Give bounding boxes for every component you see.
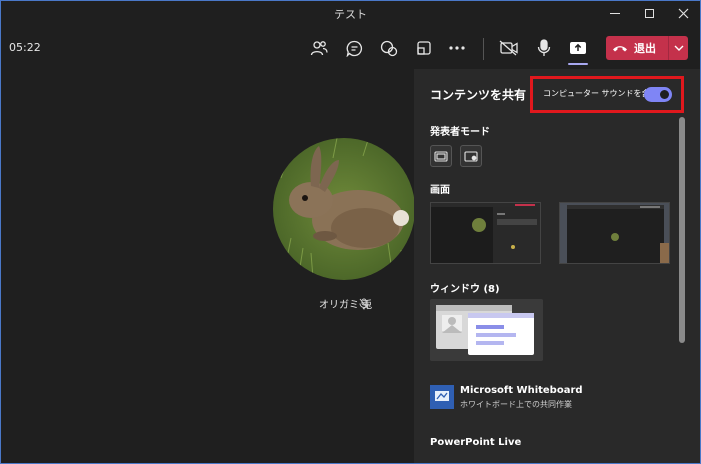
share-icon <box>570 42 586 54</box>
meeting-toolbar: 05:22 退出 <box>1 25 700 69</box>
close-icon <box>678 8 688 18</box>
camera-button[interactable] <box>496 35 522 61</box>
mic-button[interactable] <box>531 35 557 61</box>
include-sound-label: コンピューター サウンドを含む <box>543 89 658 98</box>
whiteboard-title[interactable]: Microsoft Whiteboard <box>460 385 583 396</box>
more-icon <box>449 46 465 50</box>
presenter-mode-content-only-button[interactable] <box>430 145 452 167</box>
leave-button[interactable]: 退出 <box>606 36 688 60</box>
toolbar-divider <box>483 38 484 60</box>
chevron-down-icon <box>674 45 683 51</box>
minimize-button[interactable] <box>598 1 632 25</box>
window-thumbnail[interactable] <box>430 299 543 361</box>
presenter-mode-standout-button[interactable] <box>460 145 482 167</box>
app-window: テスト 05:22 退出 オリガミ 兎 コンテンツを共有 コンピューター サウン… <box>0 0 701 464</box>
rooms-button[interactable] <box>411 35 437 61</box>
maximize-icon <box>644 8 654 18</box>
whiteboard-subtitle: ホワイトボード上での共同作業 <box>460 400 572 409</box>
minimize-icon <box>610 12 620 14</box>
whiteboard-app-icon <box>430 385 454 409</box>
panel-title: コンテンツを共有 <box>430 88 527 102</box>
mic-off-icon <box>359 295 369 314</box>
reactions-icon <box>380 40 398 56</box>
meeting-timer: 05:22 <box>9 41 41 54</box>
chat-icon <box>346 40 362 57</box>
powerpoint-live-heading: PowerPoint Live <box>430 437 522 448</box>
leave-label: 退出 <box>634 42 656 55</box>
share-active-indicator <box>568 63 588 65</box>
participants-button[interactable] <box>306 35 332 61</box>
reactions-button[interactable] <box>376 35 402 61</box>
screen-thumbnail-2[interactable] <box>559 202 670 264</box>
screen-thumbnail-1[interactable] <box>430 202 541 264</box>
participant-avatar <box>273 138 415 280</box>
window-title: テスト <box>334 8 367 21</box>
more-actions-button[interactable] <box>444 35 470 61</box>
mic-icon <box>537 39 551 56</box>
meeting-stage: オリガミ 兎 <box>1 69 415 463</box>
maximize-button[interactable] <box>632 1 666 25</box>
hangup-icon <box>606 44 634 52</box>
camera-off-icon <box>499 40 518 56</box>
screen-heading: 画面 <box>430 185 450 196</box>
close-button[interactable] <box>666 1 700 25</box>
leave-options-button[interactable] <box>669 36 688 60</box>
share-content-panel: コンテンツを共有 コンピューター サウンドを含む 発表者モード 画面 ウィンドウ… <box>414 69 700 463</box>
standout-icon <box>464 150 478 162</box>
title-bar: テスト <box>1 1 700 25</box>
people-icon <box>310 41 328 56</box>
rooms-icon <box>417 41 431 55</box>
chat-button[interactable] <box>341 35 367 61</box>
screen-only-icon <box>434 150 448 162</box>
presenter-mode-heading: 発表者モード <box>430 127 490 138</box>
toggle-knob <box>660 90 669 99</box>
share-button[interactable] <box>565 35 591 61</box>
include-sound-toggle[interactable] <box>644 87 672 102</box>
window-heading: ウィンドウ (8) <box>430 284 500 295</box>
panel-scrollbar[interactable] <box>679 117 685 343</box>
